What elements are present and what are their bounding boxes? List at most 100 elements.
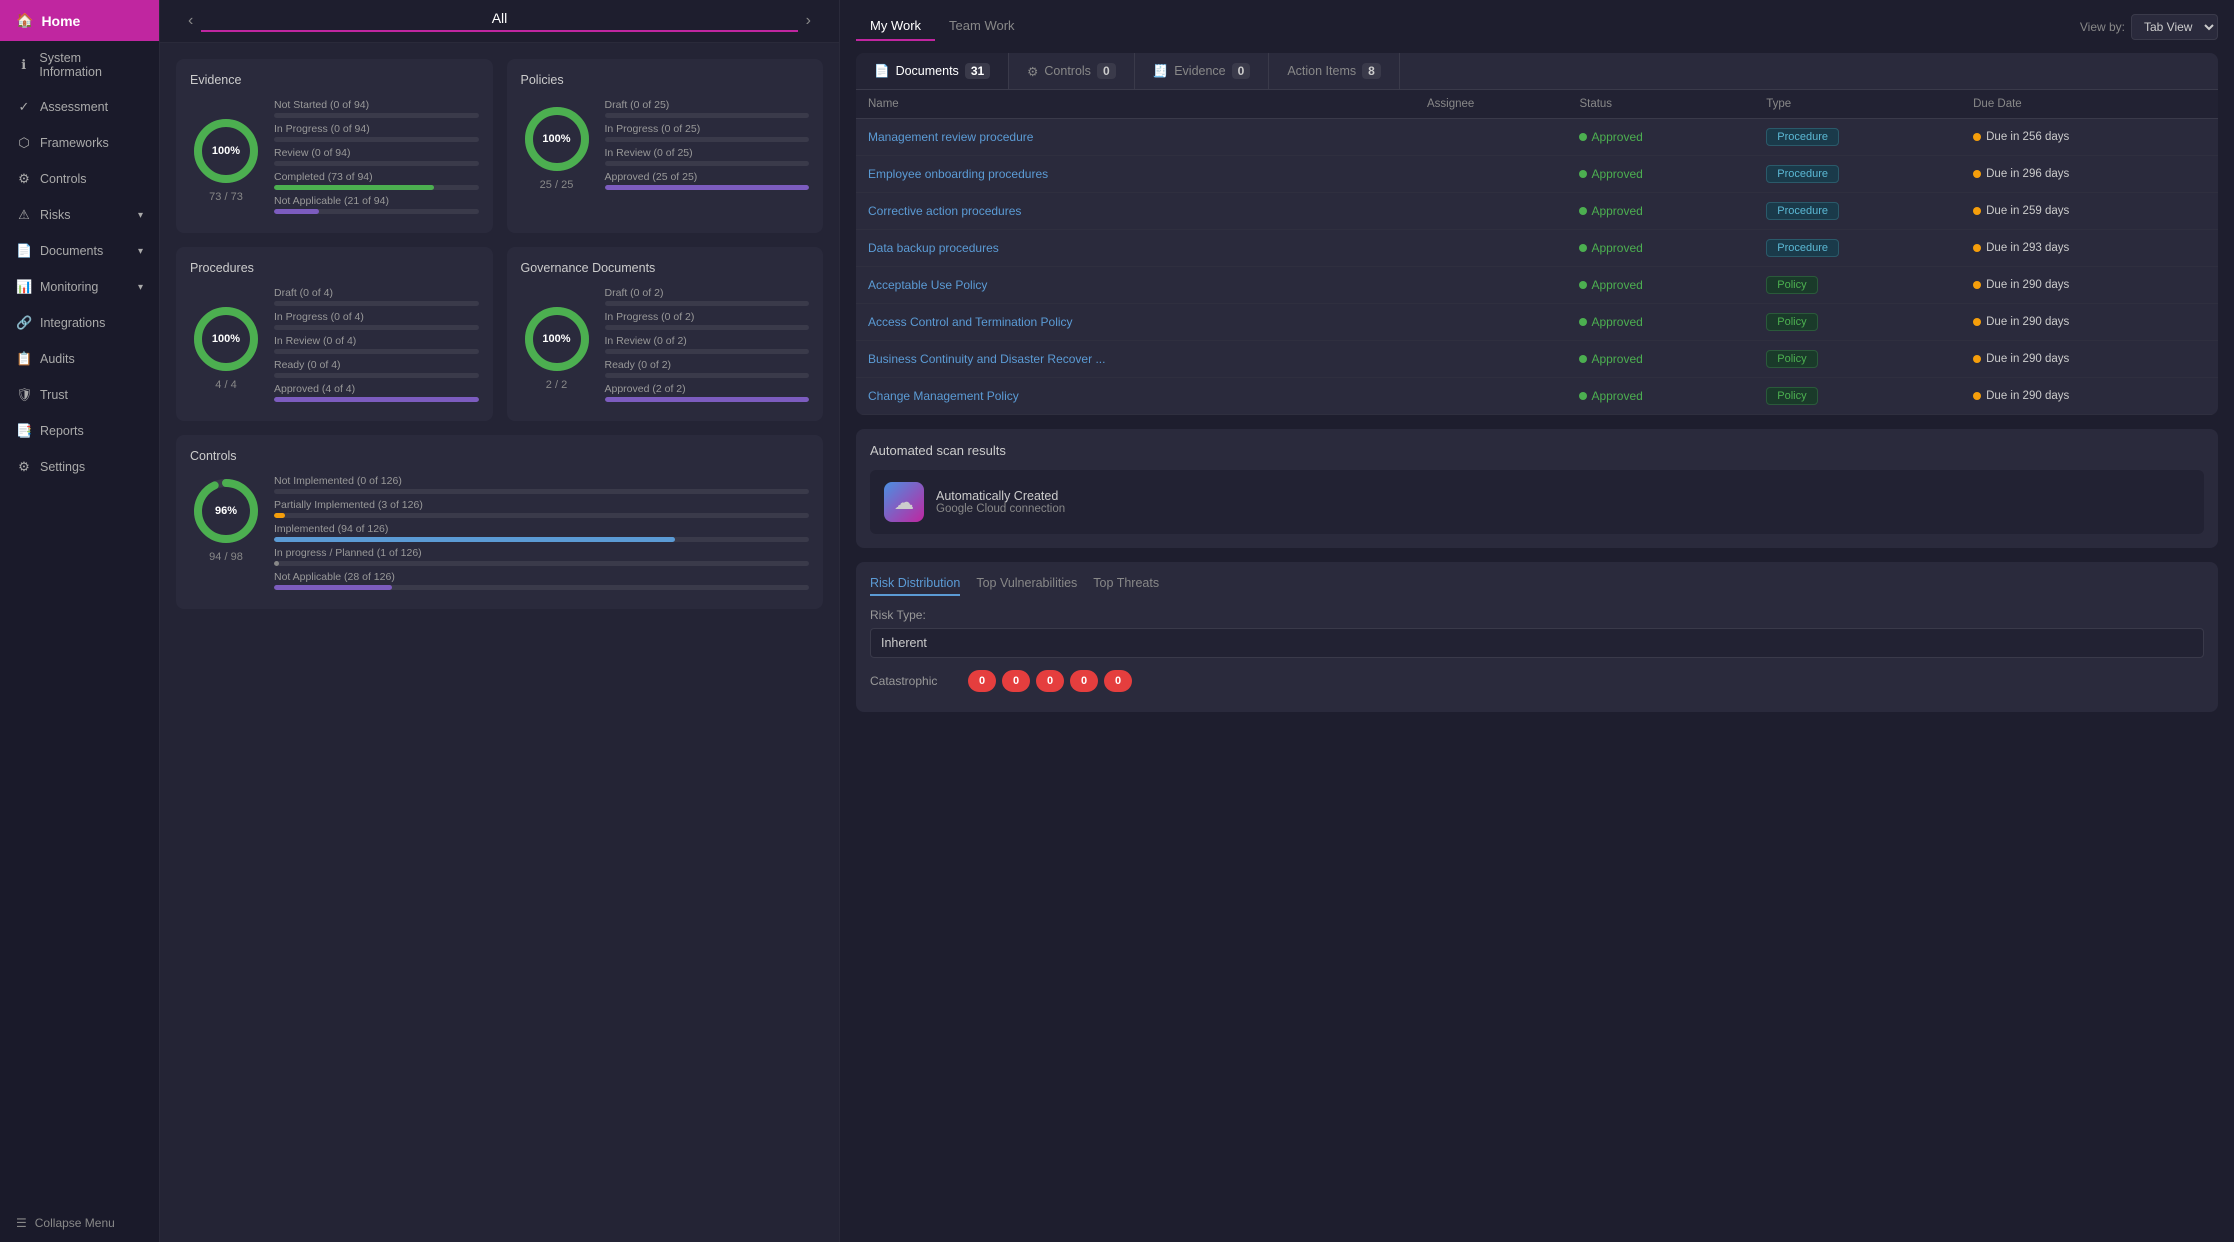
risk-type-select[interactable]: Inherent [870, 628, 2204, 658]
nav-title: All [201, 10, 797, 32]
col-name: Name [856, 90, 1415, 119]
doc-name-link[interactable]: Corrective action procedures [868, 204, 1021, 218]
scan-item-google-cloud[interactable]: ☁ Automatically Created Google Cloud con… [870, 470, 2204, 534]
sidebar-item-reports[interactable]: 📑 Reports [0, 413, 159, 449]
table-row[interactable]: Change Management Policy Approved Policy… [856, 378, 2218, 415]
nav-prev-button[interactable]: ‹ [180, 8, 201, 34]
doc-tab-controls[interactable]: ⚙ Controls 0 [1009, 53, 1134, 89]
doc-name-link[interactable]: Change Management Policy [868, 389, 1019, 403]
table-row[interactable]: Business Continuity and Disaster Recover… [856, 341, 2218, 378]
doc-name-link[interactable]: Management review procedure [868, 130, 1033, 144]
home-label: Home [41, 13, 80, 29]
automated-scan-section: Automated scan results ☁ Automatically C… [856, 429, 2218, 548]
risk-tabs: Risk Distribution Top Vulnerabilities To… [870, 576, 2204, 596]
doc-name-link[interactable]: Acceptable Use Policy [868, 278, 987, 292]
collapse-icon: ☰ [16, 1216, 27, 1230]
nav-next-button[interactable]: › [798, 8, 819, 34]
risk-tab-distribution[interactable]: Risk Distribution [870, 576, 960, 596]
sidebar-item-assessment[interactable]: ✓ Assessment [0, 89, 159, 125]
procedures-card: Procedures 100% 4 / 4 Draft (0 [176, 247, 493, 421]
doc-type: Procedure [1754, 193, 1961, 230]
table-row[interactable]: Acceptable Use Policy Approved Policy Du… [856, 267, 2218, 304]
doc-assignee [1415, 378, 1567, 415]
risk-pills-container: 0 0 0 0 0 [968, 670, 1132, 692]
documents-table: Name Assignee Status Type Due Date Manag… [856, 90, 2218, 415]
controls-donut: 96% [190, 475, 262, 547]
doc-name-link[interactable]: Employee onboarding procedures [868, 167, 1048, 181]
evidence-stat-rows: Not Started (0 of 94) In Progress (0 of … [274, 99, 479, 219]
collapse-menu-button[interactable]: ☰ Collapse Menu [0, 1204, 159, 1242]
sidebar-item-frameworks[interactable]: ⬡ Frameworks [0, 125, 159, 161]
frameworks-icon: ⬡ [16, 135, 32, 151]
view-by-container: View by: Tab View [2080, 14, 2218, 40]
doc-type: Policy [1754, 341, 1961, 378]
view-by-select[interactable]: Tab View [2131, 14, 2218, 40]
controls-percent: 96% [215, 505, 237, 517]
sidebar-item-settings[interactable]: ⚙ Settings [0, 449, 159, 485]
procedures-percent: 100% [212, 333, 240, 345]
sidebar-item-audits[interactable]: 📋 Audits [0, 341, 159, 377]
tab-my-work[interactable]: My Work [856, 12, 935, 41]
doc-tab-documents[interactable]: 📄 Documents 31 [856, 53, 1009, 89]
risk-tab-threats[interactable]: Top Threats [1093, 576, 1159, 596]
doc-status: Approved [1567, 119, 1754, 156]
view-by-label: View by: [2080, 20, 2125, 34]
sidebar: 🏠 Home ℹ System Information ✓ Assessment… [0, 0, 160, 1242]
evidence-tab-icon: 🧾 [1153, 64, 1169, 79]
scan-section-title: Automated scan results [870, 443, 2204, 458]
table-row[interactable]: Access Control and Termination Policy Ap… [856, 304, 2218, 341]
controls-card-title: Controls [190, 449, 809, 463]
documents-icon: 📄 [16, 243, 32, 259]
doc-type: Policy [1754, 378, 1961, 415]
col-assignee: Assignee [1415, 90, 1567, 119]
col-type: Type [1754, 90, 1961, 119]
table-row[interactable]: Data backup procedures Approved Procedur… [856, 230, 2218, 267]
doc-type: Policy [1754, 267, 1961, 304]
doc-status: Approved [1567, 267, 1754, 304]
risk-catastrophic-label: Catastrophic [870, 674, 960, 688]
risk-tab-vulnerabilities[interactable]: Top Vulnerabilities [976, 576, 1077, 596]
doc-tab-action-items[interactable]: Action Items 8 [1269, 53, 1399, 89]
main-content: ‹ All › Evidence 100% [160, 0, 2234, 1242]
doc-assignee [1415, 304, 1567, 341]
action-items-tab-count: 8 [1362, 63, 1381, 79]
doc-assignee [1415, 341, 1567, 378]
sidebar-item-risks[interactable]: ⚠ Risks ▾ [0, 197, 159, 233]
center-panel: ‹ All › Evidence 100% [160, 0, 840, 1242]
monitoring-arrow: ▾ [138, 282, 143, 293]
doc-due-date: Due in 290 days [1961, 267, 2218, 304]
controls-stat-rows: Not Implemented (0 of 126) Partially Imp… [274, 475, 809, 595]
sidebar-item-trust[interactable]: 🛡 Trust [0, 377, 159, 413]
sidebar-item-integrations[interactable]: 🔗 Integrations [0, 305, 159, 341]
table-row[interactable]: Corrective action procedures Approved Pr… [856, 193, 2218, 230]
governance-card: Governance Documents 100% 2 / 2 [507, 247, 824, 421]
controls-fraction: 94 / 98 [190, 551, 262, 563]
doc-due-date: Due in 293 days [1961, 230, 2218, 267]
tab-team-work[interactable]: Team Work [935, 12, 1029, 41]
evidence-tab-label: Evidence [1174, 64, 1225, 78]
procedures-donut: 100% [190, 303, 262, 375]
policies-fraction: 25 / 25 [521, 179, 593, 191]
doc-status: Approved [1567, 304, 1754, 341]
evidence-tab-count: 0 [1232, 63, 1251, 79]
table-row[interactable]: Management review procedure Approved Pro… [856, 119, 2218, 156]
doc-name-link[interactable]: Access Control and Termination Policy [868, 315, 1073, 329]
doc-due-date: Due in 290 days [1961, 341, 2218, 378]
doc-name-link[interactable]: Business Continuity and Disaster Recover… [868, 352, 1105, 366]
risk-pill-3: 0 [1036, 670, 1064, 692]
doc-type: Procedure [1754, 156, 1961, 193]
policies-percent: 100% [542, 133, 570, 145]
doc-name-link[interactable]: Data backup procedures [868, 241, 999, 255]
doc-tab-evidence[interactable]: 🧾 Evidence 0 [1135, 53, 1270, 89]
scan-item-subtitle: Google Cloud connection [936, 503, 1065, 515]
sidebar-home[interactable]: 🏠 Home [0, 0, 159, 41]
governance-percent: 100% [542, 333, 570, 345]
sidebar-item-controls[interactable]: ⚙ Controls [0, 161, 159, 197]
sidebar-item-monitoring[interactable]: 📊 Monitoring ▾ [0, 269, 159, 305]
doc-assignee [1415, 193, 1567, 230]
doc-status: Approved [1567, 193, 1754, 230]
doc-assignee [1415, 119, 1567, 156]
table-row[interactable]: Employee onboarding procedures Approved … [856, 156, 2218, 193]
sidebar-item-system-information[interactable]: ℹ System Information [0, 41, 159, 89]
sidebar-item-documents[interactable]: 📄 Documents ▾ [0, 233, 159, 269]
